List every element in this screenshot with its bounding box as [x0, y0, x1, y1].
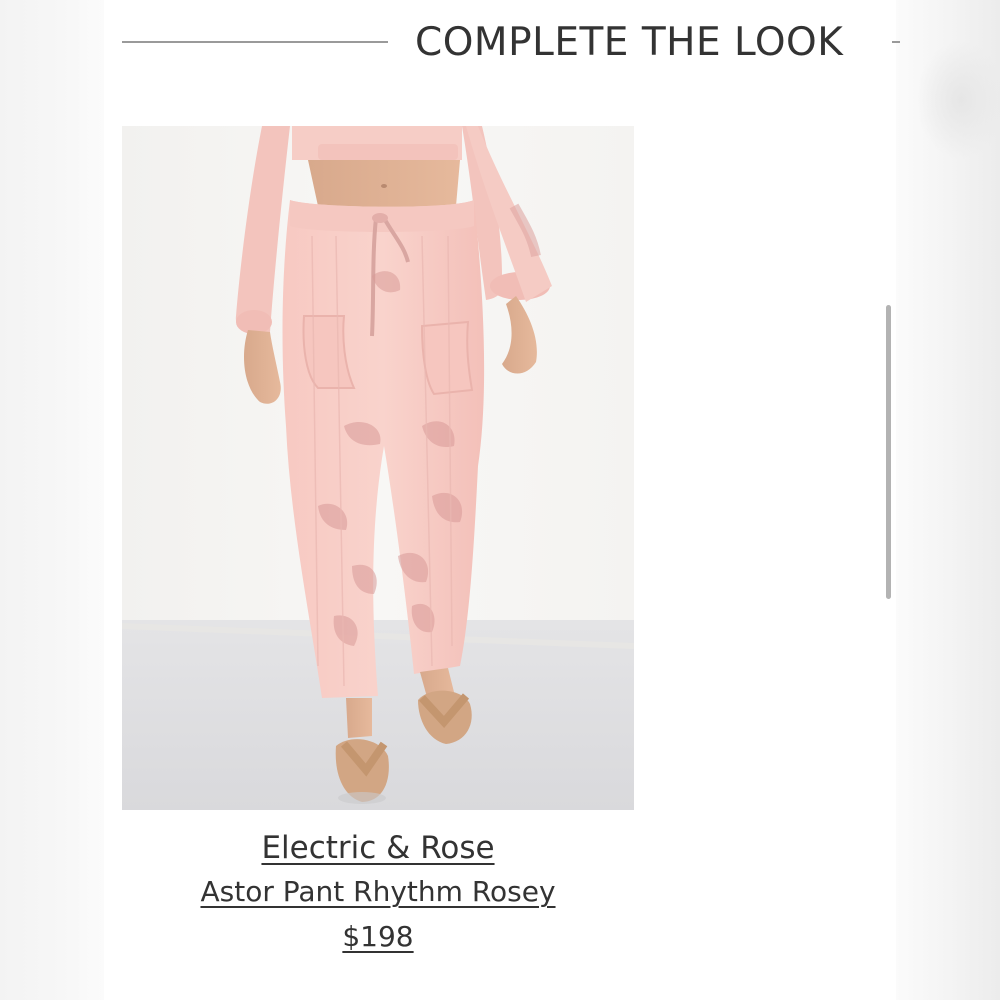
vertical-scrollbar[interactable]: [886, 305, 891, 599]
section-title: COMPLETE THE LOOK: [415, 20, 844, 65]
product-price-link[interactable]: $198: [342, 914, 413, 960]
product-brand-link[interactable]: Electric & Rose: [261, 826, 494, 870]
blurred-right-margin: [896, 0, 1000, 1000]
blurred-left-margin: [0, 0, 104, 1000]
header-divider-right: [892, 41, 900, 43]
header-divider-left: [122, 41, 388, 43]
product-image[interactable]: [122, 126, 634, 810]
product-name-link[interactable]: Astor Pant Rhythm Rosey: [200, 870, 555, 914]
complete-the-look-panel: COMPLETE THE LOOK Electric & Rose Astor …: [104, 0, 900, 1000]
product-info: Electric & Rose Astor Pant Rhythm Rosey …: [122, 826, 634, 960]
screenshot-frame: COMPLETE THE LOOK Electric & Rose Astor …: [0, 0, 1000, 1000]
section-header: COMPLETE THE LOOK: [104, 0, 900, 90]
